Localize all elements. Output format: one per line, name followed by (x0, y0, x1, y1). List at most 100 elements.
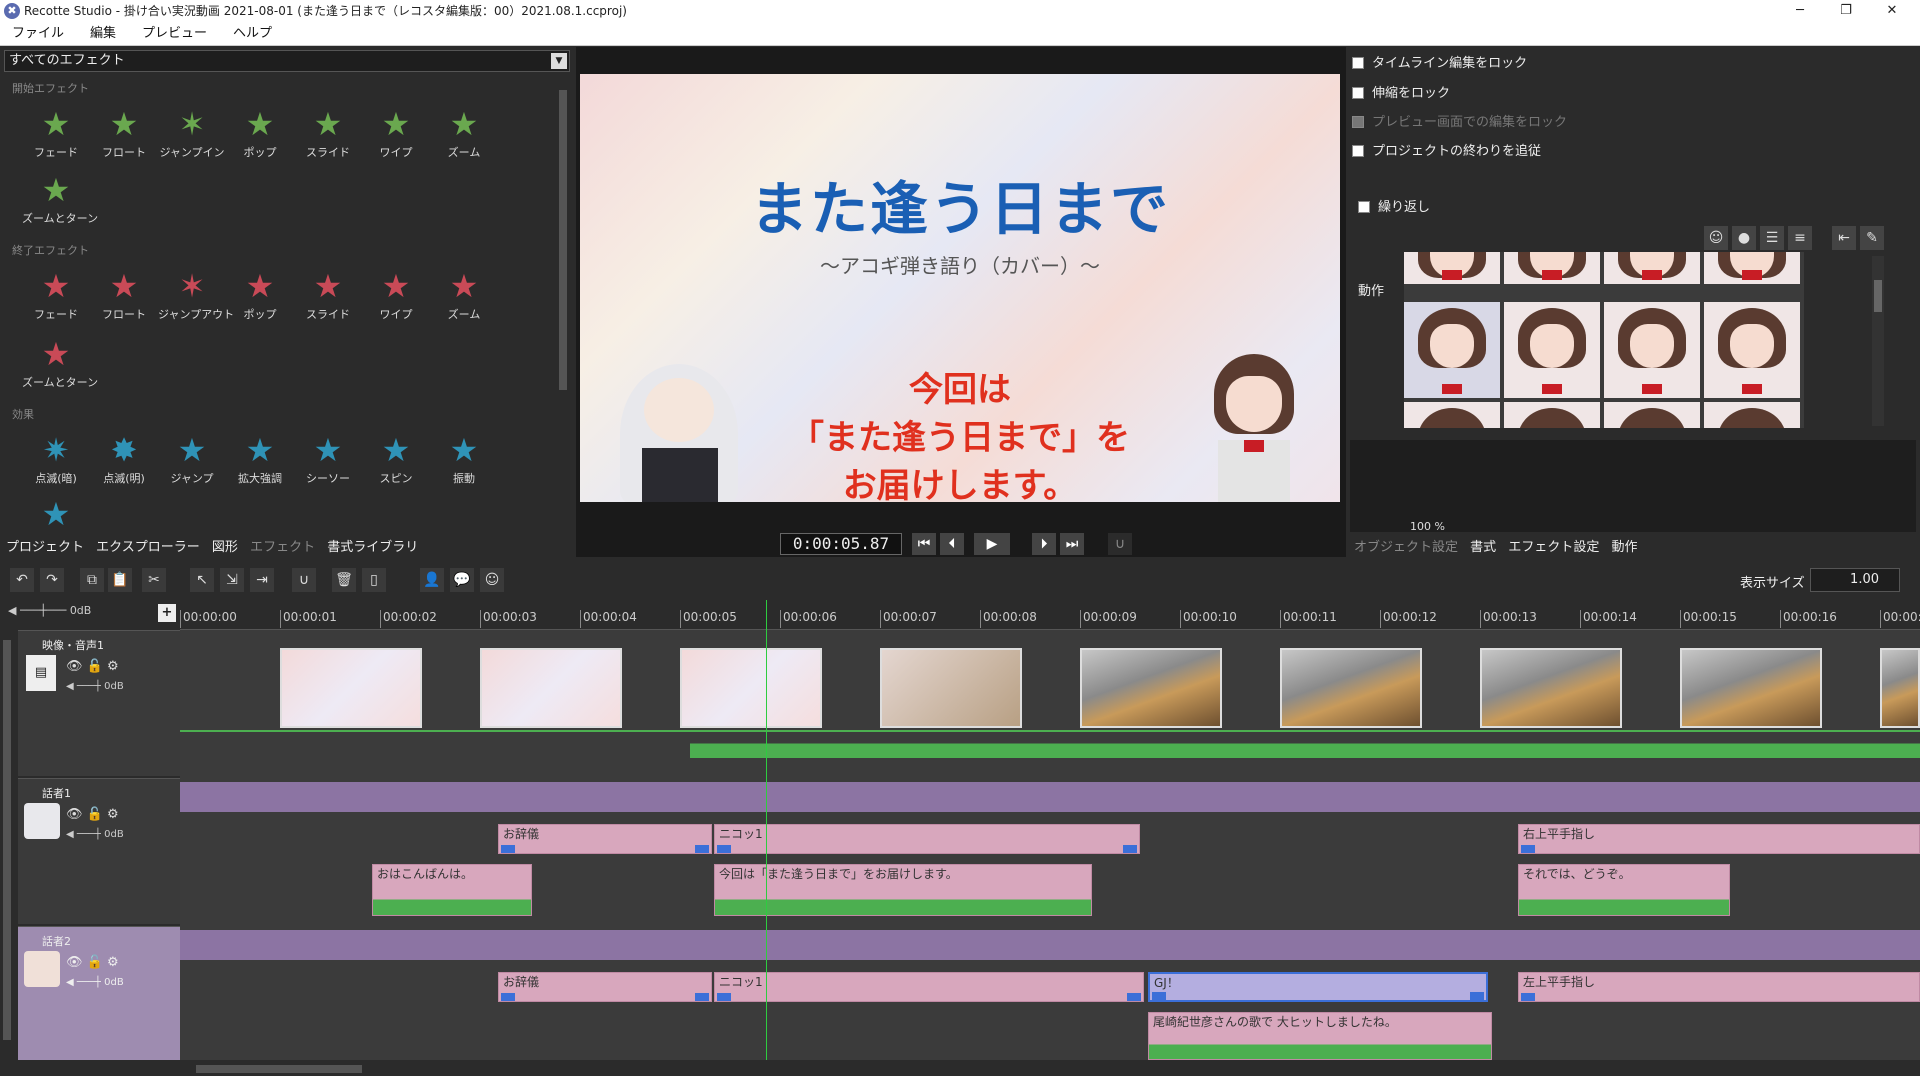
effect-jump[interactable]: ★ ジャンプ (158, 430, 226, 498)
track-controls[interactable]: 👁 🔓 ⚙ (66, 955, 119, 970)
tab-shapes[interactable]: 図形 (212, 540, 238, 555)
magnet-icon[interactable]: ∪ (292, 568, 316, 592)
tab-object-settings[interactable]: オブジェクト設定 (1354, 540, 1458, 555)
speech-item[interactable]: それでは、どうぞ。 (1518, 864, 1730, 916)
checkbox-box[interactable] (1352, 87, 1364, 99)
copy-icon[interactable]: ⧉ (80, 568, 104, 592)
redo-icon[interactable]: ↷ (40, 568, 64, 592)
motion-item[interactable]: 右上平手指し (1518, 824, 1920, 854)
motion-thumb-selected[interactable] (1404, 302, 1500, 398)
effects-scrollbar[interactable] (556, 78, 570, 533)
track-volume[interactable]: ◀ ───┼ 0dB (66, 829, 124, 840)
select-range-icon[interactable]: ⇲ (220, 568, 244, 592)
menu-edit[interactable]: 編集 (78, 22, 130, 46)
motion-item[interactable]: 左上平手指し (1518, 972, 1920, 1002)
track-volume[interactable]: ◀ ───┼ 0dB (66, 681, 124, 692)
menu-file[interactable]: ファイル (0, 22, 78, 46)
speaker1-bar[interactable] (180, 782, 1920, 812)
preview-canvas[interactable]: また逢う日まで ～アコギ弾き語り（カバー）～ 今回は 「また逢う日まで」を お届… (580, 74, 1340, 502)
menu-preview[interactable]: プレビュー (130, 22, 221, 46)
timeline-vertical-scrollbar[interactable] (0, 630, 14, 1060)
list-icon[interactable]: ≡ (1788, 226, 1812, 250)
timeline-ruler[interactable] (180, 600, 1920, 630)
tab-motion[interactable]: 動作 (1611, 540, 1637, 555)
play-icon[interactable]: ▶ (974, 533, 1010, 555)
delete-icon[interactable]: 🗑 (332, 568, 356, 592)
speech-item[interactable]: 尾崎紀世彦さんの歌で 大ヒットしましたね。 (1148, 1012, 1492, 1060)
motion-thumb[interactable] (1504, 252, 1600, 284)
motion-thumb[interactable] (1704, 402, 1800, 428)
add-speech-icon[interactable]: 💬 (450, 568, 474, 592)
motion-thumb[interactable] (1604, 252, 1700, 284)
effect-start-float[interactable]: ★ フロート (90, 104, 158, 172)
lock-stretch-checkbox[interactable]: 伸縮をロック (1352, 82, 1450, 101)
pointer-icon[interactable]: ↖ (190, 568, 214, 592)
motion-thumb[interactable] (1604, 402, 1700, 428)
track-header-speaker2[interactable]: 話者2 👁 🔓 ⚙ ◀ ───┼ 0dB (18, 926, 180, 1060)
add-speaker-icon[interactable]: 👤 (420, 568, 444, 592)
motion-thumb[interactable] (1704, 252, 1800, 284)
motion-item[interactable]: ニコッ1 (714, 972, 1144, 1002)
effect-start-jumpin[interactable]: ✶ ジャンプイン (158, 104, 226, 172)
motion-thumb[interactable] (1604, 302, 1700, 398)
checkbox-box[interactable] (1352, 57, 1364, 69)
effect-end-pop[interactable]: ★ ポップ (226, 266, 294, 334)
track-header-video[interactable]: 映像・音声1 ▤ 👁 🔓 ⚙ ◀ ───┼ 0dB (18, 630, 180, 776)
effect-end-wipe[interactable]: ★ ワイプ (362, 266, 430, 334)
effect-blink-light[interactable]: ✸ 点滅(明) (90, 430, 158, 498)
step-forward-icon[interactable]: ⏵ (1032, 533, 1056, 555)
effect-seesaw[interactable]: ★ シーソー (294, 430, 362, 498)
skip-end-icon[interactable]: ⏭ (1060, 533, 1084, 555)
effect-category-select[interactable]: すべてのエフェクト ▼ (4, 50, 570, 72)
motion-thumb[interactable] (1704, 302, 1800, 398)
effect-start-slide[interactable]: ★ スライド (294, 104, 362, 172)
effect-start-zoomturn[interactable]: ★ ズームとターン (22, 170, 98, 238)
effect-start-zoom[interactable]: ★ ズーム (430, 104, 498, 172)
effect-start-fade[interactable]: ★ フェード (22, 104, 90, 172)
effect-end-fade[interactable]: ★ フェード (22, 266, 90, 334)
minimize-button[interactable]: ─ (1780, 0, 1820, 22)
repeat-checkbox[interactable]: 繰り返し (1358, 196, 1430, 215)
effect-start-pop[interactable]: ★ ポップ (226, 104, 294, 172)
import-icon[interactable]: ⇤ (1832, 226, 1856, 250)
follow-project-end-checkbox[interactable]: プロジェクトの終わりを追従 (1352, 140, 1541, 159)
motion-item[interactable]: ニコッ1 (714, 824, 1140, 854)
playhead[interactable] (766, 600, 767, 1060)
magnet-icon[interactable]: ∪ (1108, 533, 1132, 555)
tab-effect-settings[interactable]: エフェクト設定 (1508, 540, 1599, 555)
effect-start-wipe[interactable]: ★ ワイプ (362, 104, 430, 172)
speech-item[interactable]: 今回は「また逢う日まで」をお届けします。 (714, 864, 1092, 916)
motion-thumb[interactable] (1504, 302, 1600, 398)
motion-thumb[interactable] (1404, 252, 1500, 284)
maximize-button[interactable]: ❐ (1826, 0, 1866, 22)
motion-thumb[interactable] (1404, 402, 1500, 428)
motion-item[interactable]: お辞儀 (498, 824, 712, 854)
track-header-speaker1[interactable]: 話者1 👁 🔓 ⚙ ◀ ───┼ 0dB (18, 778, 180, 924)
tab-project[interactable]: プロジェクト (6, 540, 84, 555)
paste-icon[interactable]: 📋 (108, 568, 132, 592)
timeline-horizontal-scrollbar[interactable] (180, 1062, 1920, 1076)
cut-icon[interactable]: ✂ (142, 568, 166, 592)
master-volume[interactable]: ◀ ───┼─── 0dB (8, 604, 91, 617)
track-controls[interactable]: 👁 🔓 ⚙ (66, 807, 119, 822)
motion-scrollbar[interactable] (1872, 256, 1884, 426)
circle-icon[interactable]: ● (1732, 226, 1756, 250)
face-icon[interactable]: ☺ (1704, 226, 1728, 250)
motion-item-selected[interactable]: GJ！ (1148, 972, 1488, 1002)
list-detail-icon[interactable]: ☰ (1760, 226, 1784, 250)
effect-partial-item[interactable]: ★ (22, 494, 90, 534)
tab-format-library[interactable]: 書式ライブラリ (327, 540, 418, 555)
select-after-icon[interactable]: ⇥ (250, 568, 274, 592)
effect-blink-dark[interactable]: ✷ 点滅(暗) (22, 430, 90, 498)
track-controls[interactable]: 👁 🔓 ⚙ (66, 659, 119, 674)
motion-thumb[interactable] (1504, 402, 1600, 428)
add-face-icon[interactable]: ☺ (480, 568, 504, 592)
effect-spin[interactable]: ★ スピン (362, 430, 430, 498)
speech-item[interactable]: おはこんばんは。 (372, 864, 532, 916)
tab-explorer[interactable]: エクスプローラー (96, 540, 200, 555)
step-back-icon[interactable]: ⏴ (940, 533, 964, 555)
effect-end-zoomturn[interactable]: ★ ズームとターン (22, 334, 98, 402)
tab-format[interactable]: 書式 (1470, 540, 1496, 555)
lock-timeline-checkbox[interactable]: タイムライン編集をロック (1352, 52, 1527, 71)
checkbox-box[interactable] (1352, 145, 1364, 157)
